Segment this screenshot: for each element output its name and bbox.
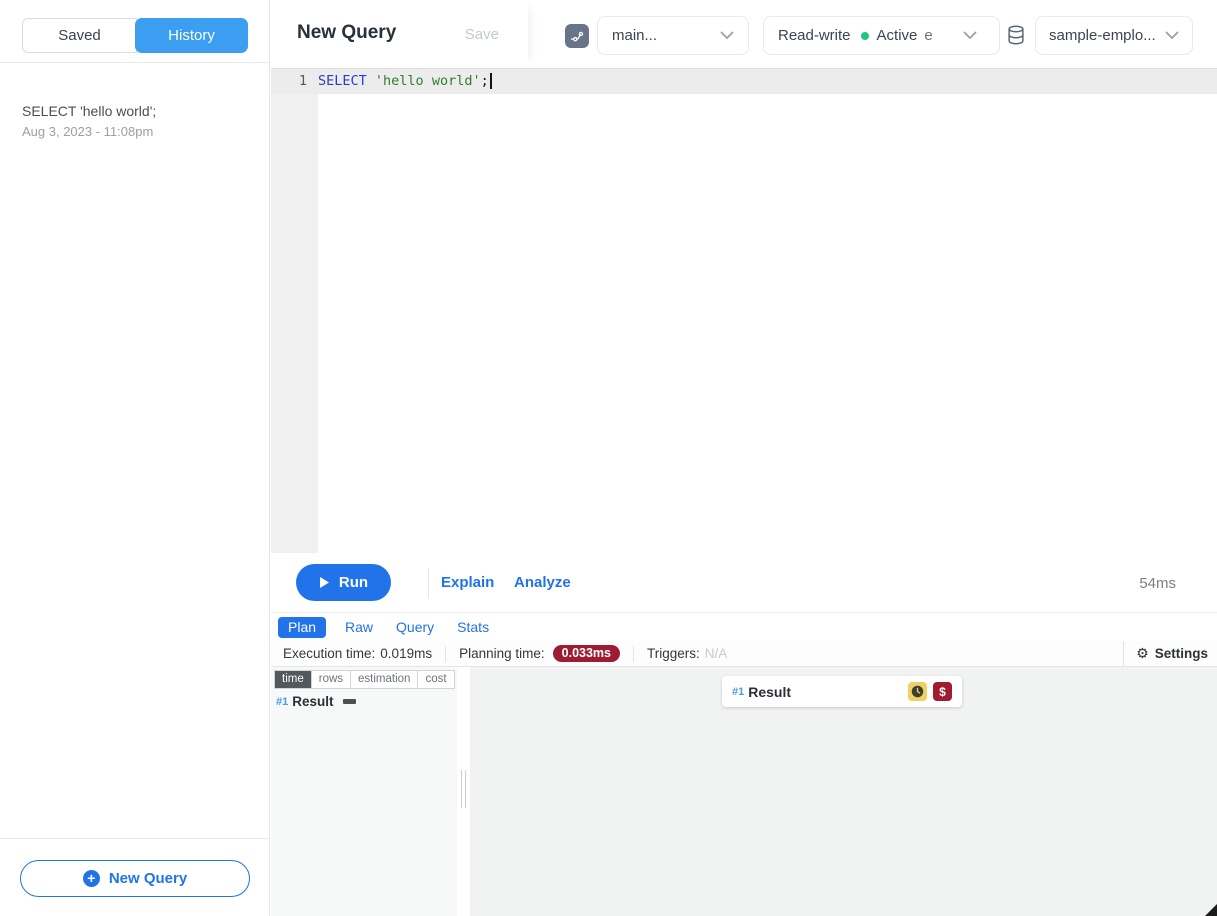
planning-time-label: Planning time: bbox=[459, 646, 545, 661]
execution-time-label: Execution time: bbox=[283, 646, 375, 661]
settings-label: Settings bbox=[1155, 646, 1208, 661]
settings-button[interactable]: ⚙ Settings bbox=[1123, 641, 1217, 666]
results-tab-bar: Plan Raw Query Stats bbox=[271, 613, 1217, 641]
plan-tree-node[interactable]: #1 Result bbox=[276, 694, 356, 709]
plan-metric-tabs: time rows estimation cost bbox=[274, 670, 455, 689]
text-cursor bbox=[490, 73, 492, 89]
costliest-dollar-icon: $ bbox=[933, 682, 952, 701]
node-time-bar bbox=[343, 699, 356, 704]
save-button[interactable]: Save bbox=[465, 26, 499, 43]
sql-keyword: SELECT bbox=[318, 73, 367, 89]
run-bar-divider bbox=[428, 568, 429, 598]
sql-string: 'hello world' bbox=[375, 73, 481, 89]
endpoint-select[interactable]: Read-write Active e bbox=[763, 16, 1000, 55]
tab-query[interactable]: Query bbox=[396, 619, 434, 635]
metric-tab-estimation[interactable]: estimation bbox=[351, 671, 418, 688]
status-dot-icon bbox=[861, 32, 869, 40]
stats-bar: Execution time: 0.019ms Planning time: 0… bbox=[271, 641, 1217, 667]
editor-gutter bbox=[271, 68, 318, 553]
plan-splitter bbox=[457, 667, 470, 916]
tab-stats[interactable]: Stats bbox=[457, 619, 489, 635]
branch-select[interactable]: main... bbox=[597, 16, 749, 55]
stats-divider bbox=[445, 646, 446, 662]
sql-editor[interactable]: 1 SELECT 'hello world'; bbox=[271, 68, 1217, 553]
endpoint-status: Active bbox=[877, 27, 918, 44]
branch-select-value: main... bbox=[612, 27, 657, 44]
endpoint-truncated-text: e bbox=[924, 27, 932, 44]
node-name: Result bbox=[748, 684, 791, 700]
triggers-value: N/A bbox=[705, 646, 728, 661]
run-button[interactable]: Run bbox=[296, 564, 391, 601]
endpoint-mode: Read-write bbox=[778, 27, 851, 44]
new-query-button[interactable]: + New Query bbox=[20, 860, 250, 897]
tab-saved[interactable]: Saved bbox=[22, 18, 137, 53]
database-select-value: sample-emplo... bbox=[1049, 27, 1156, 44]
planning-time-badge: 0.033ms bbox=[553, 645, 620, 662]
triggers-stat: Triggers: N/A bbox=[647, 646, 727, 661]
page-title: New Query bbox=[297, 22, 396, 44]
sql-space bbox=[367, 73, 375, 89]
chevron-down-icon bbox=[963, 31, 977, 40]
run-button-label: Run bbox=[339, 574, 368, 591]
code-line: SELECT 'hello world'; bbox=[318, 73, 492, 89]
planning-time-stat: Planning time: 0.033ms bbox=[459, 645, 620, 662]
plus-icon: + bbox=[83, 870, 100, 887]
tab-history[interactable]: History bbox=[135, 18, 248, 53]
resize-corner-handle[interactable] bbox=[1205, 904, 1217, 916]
triggers-label: Triggers: bbox=[647, 646, 700, 661]
plan-tree-panel: time rows estimation cost #1 Result bbox=[271, 667, 457, 916]
node-id: #1 bbox=[276, 696, 288, 708]
analyze-link[interactable]: Analyze bbox=[514, 574, 571, 591]
stats-divider bbox=[633, 646, 634, 662]
history-list-item[interactable]: SELECT 'hello world'; Aug 3, 2023 - 11:0… bbox=[22, 103, 253, 139]
sidebar-top-divider bbox=[0, 62, 269, 63]
metric-tab-rows[interactable]: rows bbox=[312, 671, 351, 688]
sidebar-bottom-divider bbox=[0, 838, 269, 839]
plan-graph-canvas[interactable]: #1 Result $ bbox=[470, 667, 1217, 916]
history-timestamp: Aug 3, 2023 - 11:08pm bbox=[22, 124, 253, 139]
gear-icon: ⚙ bbox=[1136, 646, 1149, 662]
tab-plan[interactable]: Plan bbox=[278, 617, 326, 638]
metric-tab-time[interactable]: time bbox=[275, 671, 312, 688]
git-branch-icon bbox=[565, 24, 589, 48]
history-query-text: SELECT 'hello world'; bbox=[22, 103, 253, 119]
sql-terminator: ; bbox=[481, 73, 489, 89]
connection-toolbar: main... Read-write Active e sample-emplo… bbox=[528, 0, 1217, 68]
execution-time-stat: Execution time: 0.019ms bbox=[283, 646, 432, 661]
chevron-down-icon bbox=[1165, 31, 1179, 40]
plan-graph-node[interactable]: #1 Result $ bbox=[722, 676, 962, 707]
metric-tab-cost[interactable]: cost bbox=[418, 671, 453, 688]
line-number: 1 bbox=[271, 73, 307, 89]
slowest-clock-icon bbox=[908, 682, 927, 701]
tab-raw[interactable]: Raw bbox=[345, 619, 373, 635]
run-bar: Run Explain Analyze 54ms bbox=[271, 553, 1217, 613]
query-duration: 54ms bbox=[1139, 575, 1176, 592]
play-icon bbox=[319, 576, 330, 589]
explain-link[interactable]: Explain bbox=[441, 574, 494, 591]
chevron-down-icon bbox=[720, 31, 734, 40]
query-header: New Query Save bbox=[271, 0, 528, 68]
execution-time-value: 0.019ms bbox=[380, 646, 432, 661]
node-name: Result bbox=[292, 694, 333, 709]
node-id: #1 bbox=[732, 686, 744, 698]
database-select[interactable]: sample-emplo... bbox=[1035, 16, 1193, 55]
database-icon bbox=[1005, 24, 1027, 51]
sidebar-tab-group: Saved History bbox=[22, 18, 248, 53]
plan-visualization: time rows estimation cost #1 Result #1 R… bbox=[271, 667, 1217, 916]
new-query-button-label: New Query bbox=[109, 870, 187, 887]
splitter-drag-handle[interactable] bbox=[461, 770, 466, 808]
sidebar: Saved History SELECT 'hello world'; Aug … bbox=[0, 0, 270, 916]
